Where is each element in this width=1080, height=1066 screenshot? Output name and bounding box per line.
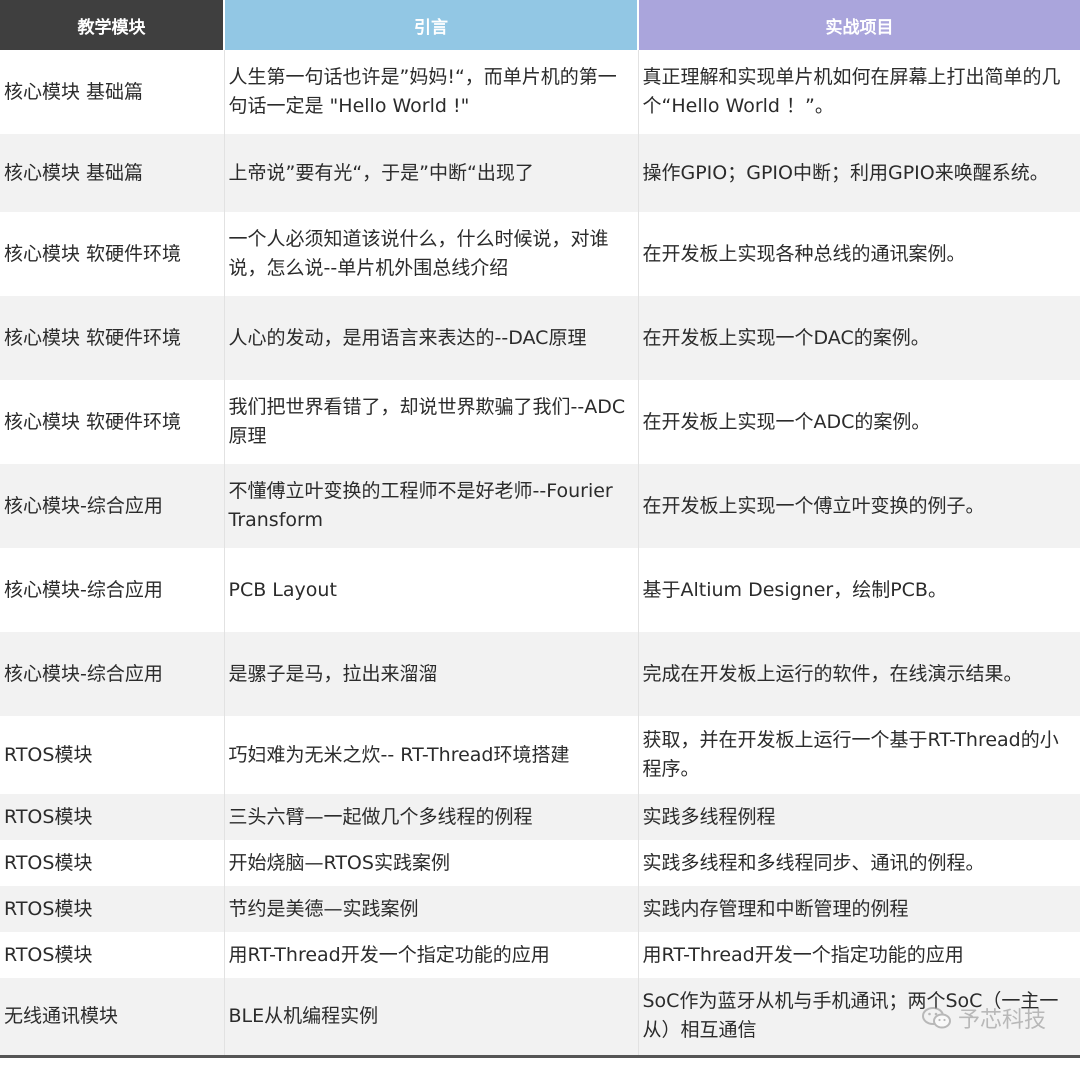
table-row: 核心模块-综合应用 是骡子是马，拉出来溜溜 完成在开发板上运行的软件，在线演示结果。	[0, 632, 1080, 716]
cell-project: 基于Altium Designer，绘制PCB。	[637, 548, 1080, 632]
cell-intro: 三头六臂—一起做几个多线程的例程	[223, 794, 638, 840]
cell-module: RTOS模块	[0, 794, 224, 840]
cell-module: RTOS模块	[0, 716, 224, 794]
cell-intro: 是骡子是马，拉出来溜溜	[223, 632, 638, 716]
cell-intro: 人心的发动，是用语言来表达的--DAC原理	[223, 296, 638, 380]
cell-project: 用RT-Thread开发一个指定功能的应用	[637, 932, 1080, 978]
table-header-row: 教学模块 引言 实战项目	[0, 0, 1080, 50]
cell-project: 在开发板上实现一个DAC的案例。	[637, 296, 1080, 380]
cell-module: 无线通讯模块	[0, 978, 224, 1058]
cell-project: 实践内存管理和中断管理的例程	[637, 886, 1080, 932]
table-row: 核心模块 基础篇 上帝说”要有光“，于是”中断“出现了 操作GPIO；GPIO中断；…	[0, 134, 1080, 212]
cell-project: 在开发板上实现一个ADC的案例。	[637, 380, 1080, 464]
cell-project: 实践多线程和多线程同步、通讯的例程。	[637, 840, 1080, 886]
cell-project: 在开发板上实现各种总线的通讯案例。	[637, 212, 1080, 296]
cell-module: RTOS模块	[0, 840, 224, 886]
cell-intro: 巧妇难为无米之炊-- RT-Thread环境搭建	[223, 716, 638, 794]
cell-intro: 上帝说”要有光“，于是”中断“出现了	[223, 134, 638, 212]
cell-intro: 开始烧脑—RTOS实践案例	[223, 840, 638, 886]
table-row: RTOS模块 节约是美德—实践案例 实践内存管理和中断管理的例程	[0, 886, 1080, 932]
cell-module: 核心模块 基础篇	[0, 134, 224, 212]
table-row: 核心模块 软硬件环境 人心的发动，是用语言来表达的--DAC原理 在开发板上实现一个…	[0, 296, 1080, 380]
header-intro: 引言	[223, 0, 638, 50]
cell-module: 核心模块 软硬件环境	[0, 212, 224, 296]
table-row: RTOS模块 开始烧脑—RTOS实践案例 实践多线程和多线程同步、通讯的例程。	[0, 840, 1080, 886]
table-row: 核心模块 软硬件环境 我们把世界看错了，却说世界欺骗了我们--ADC原理 在开发板上…	[0, 380, 1080, 464]
cell-project: 操作GPIO；GPIO中断；利用GPIO来唤醒系统。	[637, 134, 1080, 212]
table-row: 核心模块-综合应用 PCB Layout 基于Altium Designer，绘制P…	[0, 548, 1080, 632]
cell-module: 核心模块-综合应用	[0, 632, 224, 716]
cell-project: 获取，并在开发板上运行一个基于RT-Thread的小程序。	[637, 716, 1080, 794]
table-row: RTOS模块 三头六臂—一起做几个多线程的例程 实践多线程例程	[0, 794, 1080, 840]
cell-intro: PCB Layout	[223, 548, 638, 632]
table-row: 无线通讯模块 BLE从机编程实例 SoC作为蓝牙从机与手机通讯；两个SoC（一主一从…	[0, 978, 1080, 1058]
cell-project: SoC作为蓝牙从机与手机通讯；两个SoC（一主一从）相互通信	[637, 978, 1080, 1058]
cell-intro: BLE从机编程实例	[223, 978, 638, 1058]
cell-project: 完成在开发板上运行的软件，在线演示结果。	[637, 632, 1080, 716]
cell-module: 核心模块 软硬件环境	[0, 380, 224, 464]
cell-module: RTOS模块	[0, 886, 224, 932]
cell-intro: 节约是美德—实践案例	[223, 886, 638, 932]
table-row: 核心模块-综合应用 不懂傅立叶变换的工程师不是好老师--Fourier Trans…	[0, 464, 1080, 548]
header-module: 教学模块	[0, 0, 224, 50]
header-project: 实战项目	[637, 0, 1080, 50]
cell-project: 真正理解和实现单片机如何在屏幕上打出简单的几个“Hello World ！”。	[637, 50, 1080, 134]
cell-module: RTOS模块	[0, 932, 224, 978]
cell-module: 核心模块 基础篇	[0, 50, 224, 134]
cell-project: 实践多线程例程	[637, 794, 1080, 840]
cell-module: 核心模块 软硬件环境	[0, 296, 224, 380]
cell-project: 在开发板上实现一个傅立叶变换的例子。	[637, 464, 1080, 548]
cell-intro: 一个人必须知道该说什么，什么时候说，对谁说，怎么说--单片机外围总线介绍	[223, 212, 638, 296]
table-row: 核心模块 基础篇 人生第一句话也许是”妈妈!“，而单片机的第一句话一定是 "Hel…	[0, 50, 1080, 134]
cell-module: 核心模块-综合应用	[0, 464, 224, 548]
cell-module: 核心模块-综合应用	[0, 548, 224, 632]
table-row: RTOS模块 巧妇难为无米之炊-- RT-Thread环境搭建 获取，并在开发板上运…	[0, 716, 1080, 794]
table-row: RTOS模块 用RT-Thread开发一个指定功能的应用 用RT-Thread开发一…	[0, 932, 1080, 978]
curriculum-table: 教学模块 引言 实战项目 核心模块 基础篇 人生第一句话也许是”妈妈!“，而单片机…	[0, 0, 1080, 1058]
cell-intro: 不懂傅立叶变换的工程师不是好老师--Fourier Transform	[223, 464, 638, 548]
table-row: 核心模块 软硬件环境 一个人必须知道该说什么，什么时候说，对谁说，怎么说--单片机…	[0, 212, 1080, 296]
cell-intro: 我们把世界看错了，却说世界欺骗了我们--ADC原理	[223, 380, 638, 464]
cell-intro: 用RT-Thread开发一个指定功能的应用	[223, 932, 638, 978]
cell-intro: 人生第一句话也许是”妈妈!“，而单片机的第一句话一定是 "Hello World…	[223, 50, 638, 134]
